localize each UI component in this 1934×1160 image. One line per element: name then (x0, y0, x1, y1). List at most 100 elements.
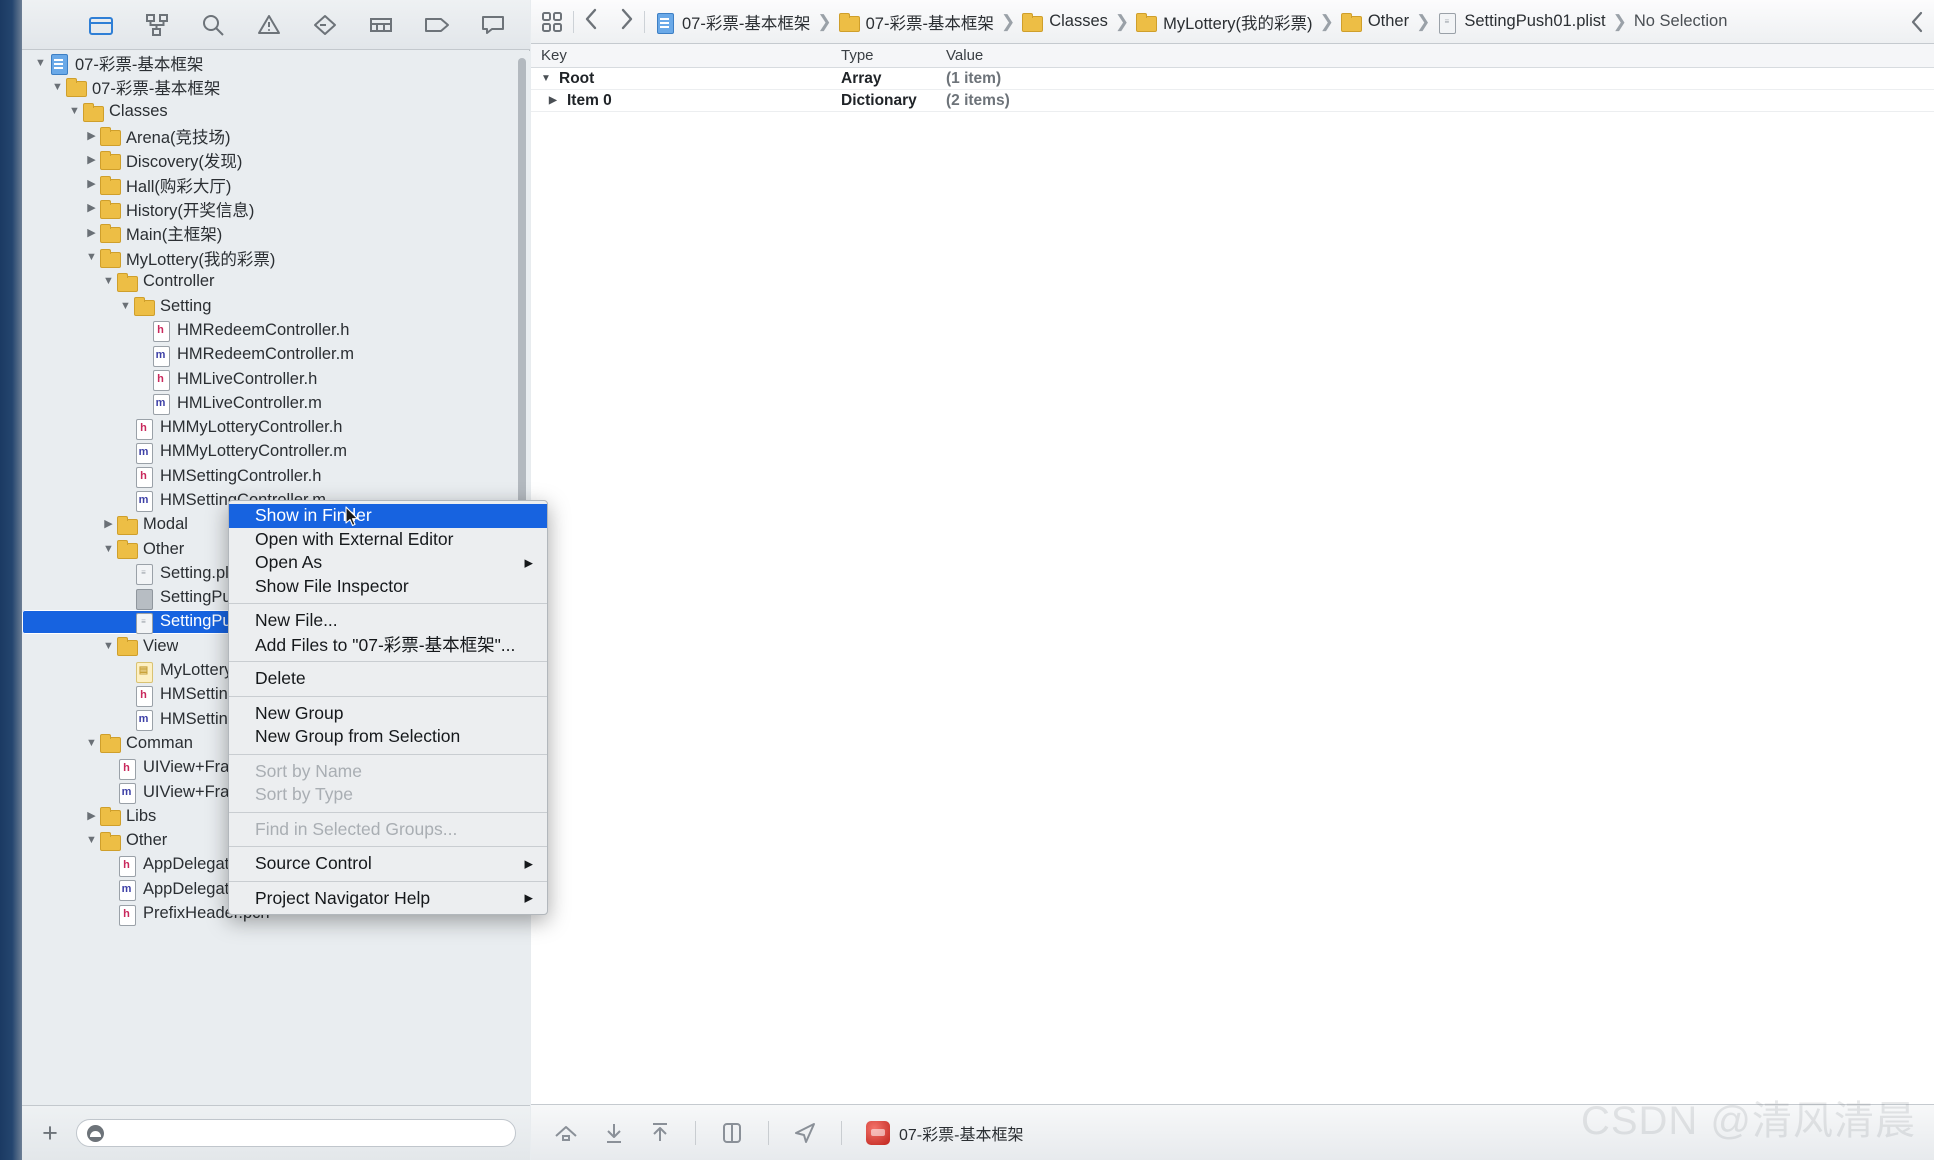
context-menu-item[interactable]: Source Control ▶ (229, 852, 547, 876)
scheme-indicator[interactable]: 07-彩票-基本框架 (866, 1120, 1024, 1145)
related-items-icon[interactable] (541, 11, 563, 33)
tree-row[interactable]: Classes (22, 100, 530, 124)
header-file-icon: h (134, 417, 154, 440)
report-message-icon[interactable] (479, 11, 507, 39)
breadcrumb-item[interactable]: No Selection (1634, 12, 1728, 31)
disclosure-triangle-closed[interactable] (83, 131, 100, 142)
breadcrumb[interactable]: 07-彩票-基本框架 ❯ 07-彩票-基本框架 ❯ Classes ❯ MyLottery(… (655, 10, 1727, 34)
context-menu-item[interactable]: New Group (229, 702, 547, 726)
tree-row[interactable]: 07-彩票-基本框架 (22, 75, 530, 99)
folder-icon[interactable] (87, 11, 115, 39)
context-menu-item[interactable]: Delete (229, 667, 547, 691)
warning-triangle-icon[interactable] (255, 11, 283, 39)
disclosure-triangle-open[interactable] (66, 106, 83, 117)
breakpoint-tag-icon[interactable] (423, 11, 451, 39)
disclosure-triangle-closed[interactable] (83, 811, 100, 822)
test-diamond-icon[interactable] (311, 11, 339, 39)
disclosure-triangle-open[interactable] (83, 738, 100, 749)
breadcrumb-item[interactable]: Classes (1022, 11, 1108, 32)
back-button[interactable] (584, 8, 598, 35)
disclosure-triangle-open[interactable] (32, 58, 49, 69)
debug-icon[interactable] (367, 11, 395, 39)
source-control-icon[interactable] (143, 11, 171, 39)
context-menu-item: Find in Selected Groups... (229, 818, 547, 842)
disclosure-triangle-closed[interactable] (83, 155, 100, 166)
tree-item-label: Discovery(发现) (126, 153, 243, 172)
project-file-icon (655, 11, 675, 34)
tree-row[interactable]: MyLottery(我的彩票) (22, 245, 530, 269)
download-icon[interactable] (603, 1121, 625, 1145)
tree-row[interactable]: Hall(购彩大厅) (22, 172, 530, 196)
header-file-icon: h (117, 757, 137, 780)
folder-icon (66, 76, 87, 98)
submenu-arrow-icon: ▶ (524, 858, 533, 871)
tree-row[interactable]: Controller (22, 270, 530, 294)
add-file-button[interactable]: + (36, 1119, 64, 1147)
context-menu-item[interactable]: Open As ▶ (229, 551, 547, 575)
tree-row[interactable]: h HMMyLotteryController.h (22, 415, 530, 440)
plist-type: Array (841, 69, 882, 87)
context-menu-item[interactable]: Show in Finder (229, 504, 547, 528)
context-menu-item[interactable]: Project Navigator Help ▶ (229, 887, 547, 911)
row-disclosure-triangle[interactable] (541, 73, 559, 84)
row-disclosure-triangle[interactable] (549, 95, 567, 106)
tree-row[interactable]: 07-彩票-基本框架 (22, 51, 530, 76)
disclosure-triangle-open[interactable] (100, 544, 117, 555)
split-view-icon[interactable] (720, 1121, 744, 1145)
disclosure-triangle-closed[interactable] (83, 203, 100, 214)
plist-key: Item 0 (567, 91, 612, 109)
context-menu-item-label: New File... (255, 610, 338, 631)
disclosure-triangle-open[interactable] (100, 641, 117, 652)
tree-row[interactable]: h HMRedeemController.h (22, 318, 530, 343)
disclosure-triangle-open[interactable] (100, 276, 117, 287)
location-arrow-icon[interactable] (793, 1121, 817, 1145)
context-menu-item[interactable]: Add Files to "07-彩票-基本框架"... (229, 633, 547, 657)
forward-button[interactable] (620, 8, 634, 35)
breadcrumb-item[interactable]: Other (1340, 11, 1409, 32)
context-menu-item-label: New Group (255, 702, 344, 723)
breadcrumb-item[interactable]: 07-彩票-基本框架 (655, 10, 810, 34)
context-menu-item[interactable]: Open with External Editor (229, 528, 547, 552)
tree-row[interactable]: History(开奖信息) (22, 197, 530, 221)
context-menu-item[interactable]: Show File Inspector (229, 575, 547, 599)
breadcrumb-label: No Selection (1633, 12, 1728, 30)
tree-row[interactable]: h HMLiveController.h (22, 367, 530, 391)
upload-icon[interactable] (649, 1121, 671, 1145)
disclosure-triangle-closed[interactable] (83, 179, 100, 190)
breadcrumb-item[interactable]: ≡ SettingPush01.plist (1437, 11, 1606, 34)
tree-item-label: Setting (160, 296, 212, 315)
disclosure-triangle-closed[interactable] (83, 228, 100, 239)
plist-file-icon: ≡ (134, 611, 154, 634)
context-menu-item[interactable]: New File... (229, 609, 547, 633)
tree-row[interactable]: h HMSettingController.h (22, 464, 530, 489)
tree-item-label: HMRedeemController.m (177, 345, 354, 364)
tree-item-label: HMRedeemController.h (177, 320, 350, 339)
tree-row[interactable]: Setting (22, 294, 530, 318)
disclosure-triangle-open[interactable] (83, 835, 100, 846)
home-icon[interactable] (553, 1122, 579, 1144)
filter-input[interactable] (76, 1119, 516, 1147)
plist-row[interactable]: Item 0 Dictionary (2 items) (531, 90, 1934, 112)
column-header-key: Key (541, 47, 567, 64)
tree-row[interactable]: Arena(竞技场) (22, 124, 530, 148)
plist-row[interactable]: Root Array (1 item) (531, 68, 1934, 90)
plist-editor-table[interactable]: Key Type Value Root Array (1 item) Item 0 Di… (531, 44, 1934, 112)
tree-row[interactable]: Main(主框架) (22, 221, 530, 245)
tree-row[interactable]: Discovery(发现) (22, 148, 530, 172)
tree-row[interactable]: m HMMyLotteryController.m (22, 440, 530, 464)
disclosure-triangle-closed[interactable] (100, 519, 117, 530)
context-menu-item[interactable]: New Group from Selection (229, 725, 547, 749)
context-menu[interactable]: Show in Finder Open with External Editor O… (228, 500, 548, 915)
tree-row[interactable]: m HMRedeemController.m (22, 343, 530, 367)
search-icon[interactable] (199, 11, 227, 39)
folder-icon (100, 125, 121, 147)
breadcrumb-item[interactable]: 07-彩票-基本框架 (838, 10, 994, 34)
disclosure-triangle-open[interactable] (117, 301, 134, 312)
jump-bar-right-controls[interactable] (1910, 0, 1924, 44)
disclosure-triangle-open[interactable] (49, 82, 66, 93)
scheme-label: 07-彩票-基本框架 (899, 1126, 1024, 1144)
breadcrumb-item[interactable]: MyLottery(我的彩票) (1136, 10, 1313, 34)
disclosure-triangle-open[interactable] (83, 252, 100, 263)
implementation-file-icon: m (134, 441, 154, 464)
tree-row[interactable]: m HMLiveController.m (22, 391, 530, 416)
